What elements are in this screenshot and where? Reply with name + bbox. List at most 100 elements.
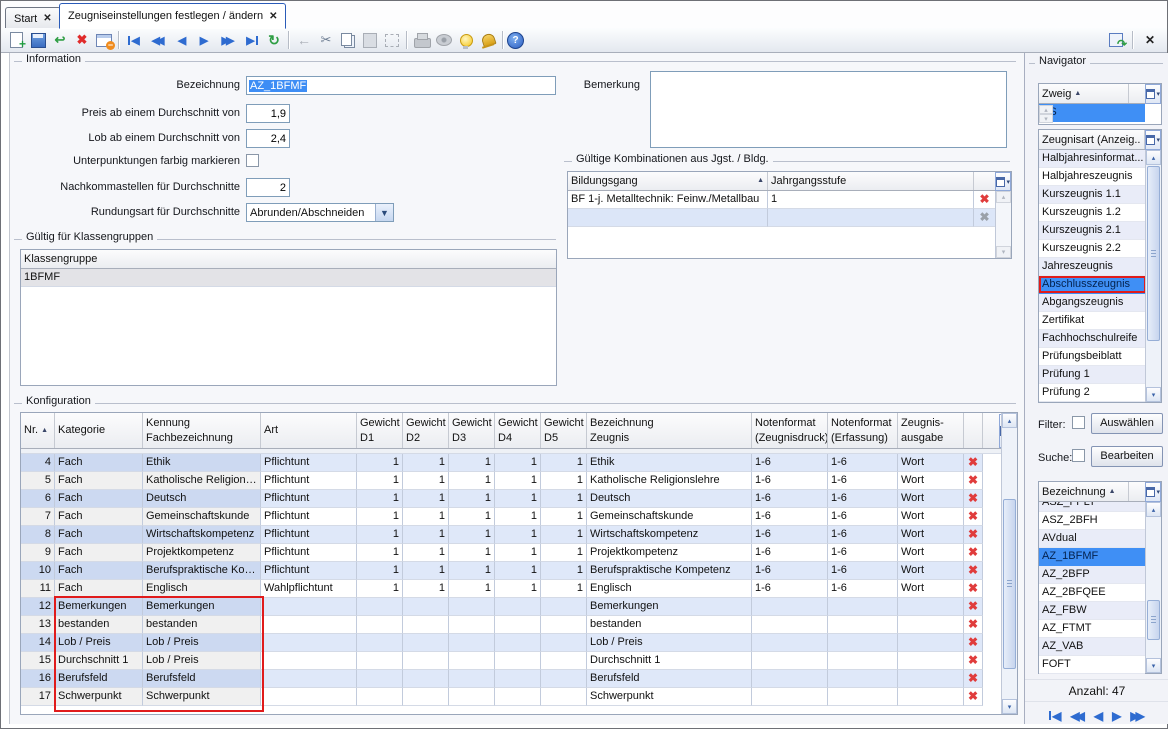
scroll-up-icon[interactable]: ▴ <box>1146 150 1161 165</box>
delete-row-icon[interactable]: ✖ <box>964 580 983 598</box>
scroll-down-icon[interactable]: ▾ <box>1146 658 1161 673</box>
delete-row-icon[interactable]: ✖ <box>964 526 983 544</box>
chevron-down-icon[interactable]: ▼ <box>375 204 393 221</box>
disc-icon[interactable] <box>433 30 455 50</box>
nav-prev-icon[interactable]: ◀ <box>171 30 193 50</box>
nav-fast-prev-icon[interactable]: ◀◀ <box>145 30 171 50</box>
table-row[interactable]: 11FachEnglischWahlpflichtunt11111Englisc… <box>21 580 1017 598</box>
delete-row-icon[interactable]: ✖ <box>964 472 983 490</box>
list-item-zeugnisart[interactable]: Prüfungsbeiblatt <box>1039 348 1145 366</box>
scrollbar[interactable]: ▴▾ <box>1001 413 1017 714</box>
nav-last-icon[interactable]: ▶ <box>241 30 263 50</box>
column-header[interactable]: Gewicht D1 <box>357 413 403 448</box>
table-row[interactable]: BF 1-j. Metalltechnik: Feinw./Metallbau1… <box>568 191 1011 209</box>
list-item-zeugnisart[interactable]: Fachhochschulreife <box>1039 330 1145 348</box>
table-row[interactable]: 5FachKatholische ReligionslehrePflichtun… <box>21 472 1017 490</box>
list-item-zeugnisart[interactable]: Halbjahreszeugnis <box>1039 168 1145 186</box>
scroll-thumb[interactable] <box>1147 166 1160 341</box>
table-row[interactable]: 6FachDeutschPflichtunt11111Deutsch1-61-6… <box>21 490 1017 508</box>
unterpunktungen-checkbox[interactable] <box>246 154 259 167</box>
nav-fast-prev-icon[interactable]: ◀◀ <box>1070 709 1084 723</box>
list-item-bezeichnung[interactable]: ASZ_2BFH <box>1039 512 1145 530</box>
close-window-icon[interactable]: ✕ <box>1139 30 1161 50</box>
column-header-klassengruppe[interactable]: Klassengruppe <box>21 250 556 268</box>
scroll-up-icon[interactable]: ▴ <box>996 191 1011 203</box>
scroll-down-icon[interactable]: ▾ <box>1146 387 1161 402</box>
table-row[interactable]: 7FachGemeinschaftskundePflichtunt11111Ge… <box>21 508 1017 526</box>
delete-row-icon[interactable]: ✖ <box>974 191 996 209</box>
print-icon[interactable] <box>411 30 433 50</box>
cut-icon[interactable]: ✂ <box>315 30 337 50</box>
column-header[interactable]: Kennung Fachbezeichnung <box>143 413 261 448</box>
table-row[interactable]: 4FachEthikPflichtunt11111Ethik1-61-6Wort… <box>21 454 1017 472</box>
nav-fast-next-icon[interactable]: ▶▶ <box>215 30 241 50</box>
copy-icon[interactable] <box>337 30 359 50</box>
nav-first-icon[interactable]: ◀ <box>1049 709 1061 723</box>
preis-input[interactable] <box>246 104 290 123</box>
table-row[interactable]: 16BerufsfeldBerufsfeldBerufsfeld✖ <box>21 670 1017 688</box>
column-chooser-icon[interactable]: ▾ <box>1145 482 1161 502</box>
scroll-up-icon[interactable]: ▴ <box>1002 413 1017 428</box>
column-header-bildungsgang[interactable]: Bildungsgang▲ <box>568 172 768 190</box>
table-row[interactable]: 12BemerkungenBemerkungenBemerkungen✖ <box>21 598 1017 616</box>
list-item-bezeichnung[interactable]: AZ_VAB <box>1039 638 1145 656</box>
column-header[interactable]: Gewicht D5 <box>541 413 587 448</box>
table-row[interactable]: ✖ <box>568 209 1011 227</box>
lob-input[interactable] <box>246 129 290 148</box>
list-item-zeugnisart[interactable]: Abschlusszeugnis <box>1039 276 1145 294</box>
selection-icon[interactable] <box>381 30 403 50</box>
list-item-zeugnisart[interactable]: Kurszeugnis 2.1 <box>1039 222 1145 240</box>
list-item-bezeichnung[interactable]: AZ_2BFQEE <box>1039 584 1145 602</box>
delete-row-icon[interactable]: ✖ <box>964 508 983 526</box>
filter-checkbox[interactable] <box>1072 416 1085 429</box>
save-icon[interactable] <box>27 30 49 50</box>
back-arrow-icon[interactable]: ← <box>293 30 315 50</box>
table-row[interactable]: 17SchwerpunktSchwerpunktSchwerpunkt✖ <box>21 688 1017 706</box>
list-item-zeugnisart[interactable]: Kurszeugnis 1.1 <box>1039 186 1145 204</box>
scrollbar[interactable]: ▴▾ <box>995 191 1011 258</box>
list-item-bezeichnung[interactable]: AZ_1BFMF <box>1039 548 1145 566</box>
refresh-icon[interactable]: ↻ <box>263 30 285 50</box>
bell-icon[interactable] <box>477 30 499 50</box>
table-row[interactable]: 9FachProjektkompetenzPflichtunt11111Proj… <box>21 544 1017 562</box>
table-row[interactable]: 13bestandenbestandenbestanden✖ <box>21 616 1017 634</box>
column-header[interactable]: Bezeichnung Zeugnis <box>587 413 752 448</box>
scrollbar[interactable]: ▴ ▾ <box>1145 502 1161 673</box>
table-row[interactable]: 14Lob / PreisLob / PreisLob / Preis✖ <box>21 634 1017 652</box>
column-header[interactable]: Zeugnis- ausgabe <box>898 413 964 448</box>
suche-checkbox[interactable] <box>1072 449 1085 462</box>
column-header[interactable]: Gewicht D2 <box>403 413 449 448</box>
table-row[interactable]: 15Durchschnitt 1Lob / PreisDurchschnitt … <box>21 652 1017 670</box>
list-item-zweig[interactable]: BS <box>1039 104 1145 122</box>
bemerkung-textarea[interactable] <box>650 71 1007 148</box>
nav-next-icon[interactable]: ▶ <box>1112 709 1121 723</box>
list-item-zeugnisart[interactable]: Halbjahresinformat... <box>1039 150 1145 168</box>
column-header[interactable]: Gewicht D3 <box>449 413 495 448</box>
delete-row-icon[interactable]: ✖ <box>964 598 983 616</box>
scroll-up-icon[interactable]: ▴ <box>1039 105 1053 114</box>
list-item-bezeichnung[interactable]: AZ_FTMT <box>1039 620 1145 638</box>
table-row[interactable]: 10FachBerufspraktische Kompet...Pflichtu… <box>21 562 1017 580</box>
delete-row-icon[interactable]: ✖ <box>964 634 983 652</box>
nav-first-icon[interactable]: ◀ <box>123 30 145 50</box>
rundungsart-dropdown[interactable]: Abrunden/Abschneiden ▼ <box>246 203 394 222</box>
delete-row-icon[interactable]: ✖ <box>964 562 983 580</box>
close-icon[interactable]: ✕ <box>269 11 277 22</box>
new-record-icon[interactable] <box>5 30 27 50</box>
column-header[interactable]: Gewicht D4 <box>495 413 541 448</box>
list-item-zeugnisart[interactable]: Prüfung 1 <box>1039 366 1145 384</box>
column-chooser-icon[interactable]: ▾ <box>1145 84 1161 104</box>
delete-row-icon[interactable]: ✖ <box>964 670 983 688</box>
list-item-bezeichnung[interactable]: AZ_2BFP <box>1039 566 1145 584</box>
delete-row-icon[interactable]: ✖ <box>964 652 983 670</box>
table-row[interactable]: 8FachWirtschaftskompetenzPflichtunt11111… <box>21 526 1017 544</box>
scroll-thumb[interactable] <box>1003 499 1016 669</box>
nachkommastellen-input[interactable] <box>246 178 290 197</box>
lightbulb-icon[interactable] <box>455 30 477 50</box>
column-header[interactable]: Notenformat (Erfassung) <box>828 413 898 448</box>
delete-row-icon[interactable]: ✖ <box>964 616 983 634</box>
list-item-zeugnisart[interactable]: Jahreszeugnis <box>1039 258 1145 276</box>
column-chooser-icon[interactable]: ▾ <box>995 172 1011 191</box>
scroll-down-icon[interactable]: ▾ <box>1002 699 1017 714</box>
grid-remove-icon[interactable] <box>93 30 115 50</box>
